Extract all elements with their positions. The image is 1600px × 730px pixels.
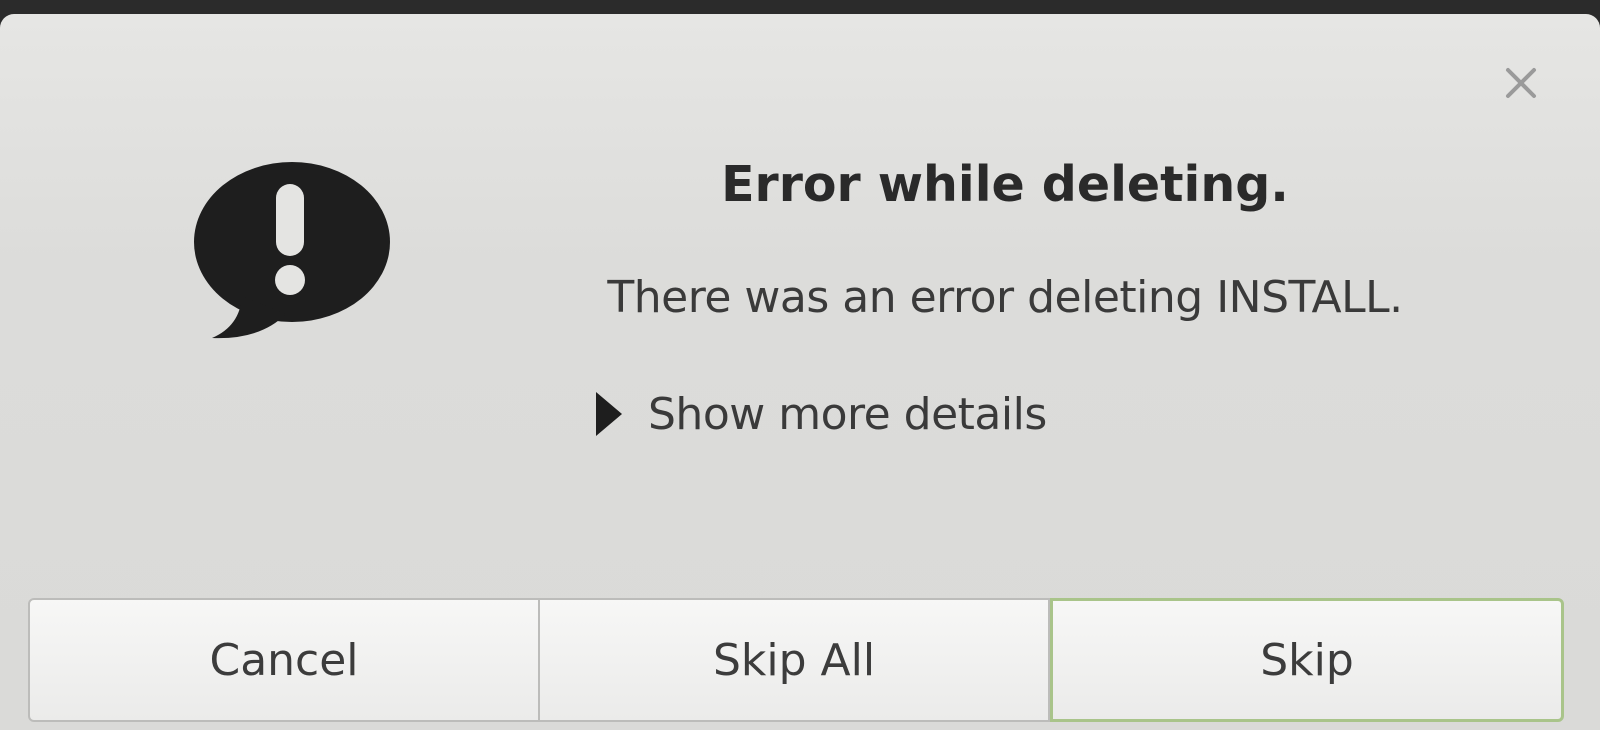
triangle-right-icon [596, 392, 622, 436]
dialog-message: There was an error deleting INSTALL. [607, 272, 1403, 323]
skip-button[interactable]: Skip [1050, 598, 1564, 722]
show-details-label: Show more details [648, 388, 1047, 440]
close-icon [1506, 68, 1536, 98]
show-details-expander[interactable]: Show more details [596, 384, 1047, 444]
skip-all-button[interactable]: Skip All [540, 598, 1050, 722]
dialog-title: Error while deleting. [721, 156, 1289, 213]
close-button[interactable] [1496, 58, 1546, 108]
cancel-button[interactable]: Cancel [28, 598, 540, 722]
error-speech-bubble-icon [194, 162, 390, 339]
error-dialog: Error while deleting. There was an error… [0, 14, 1600, 730]
dialog-button-row: Cancel Skip All Skip [28, 598, 1564, 722]
